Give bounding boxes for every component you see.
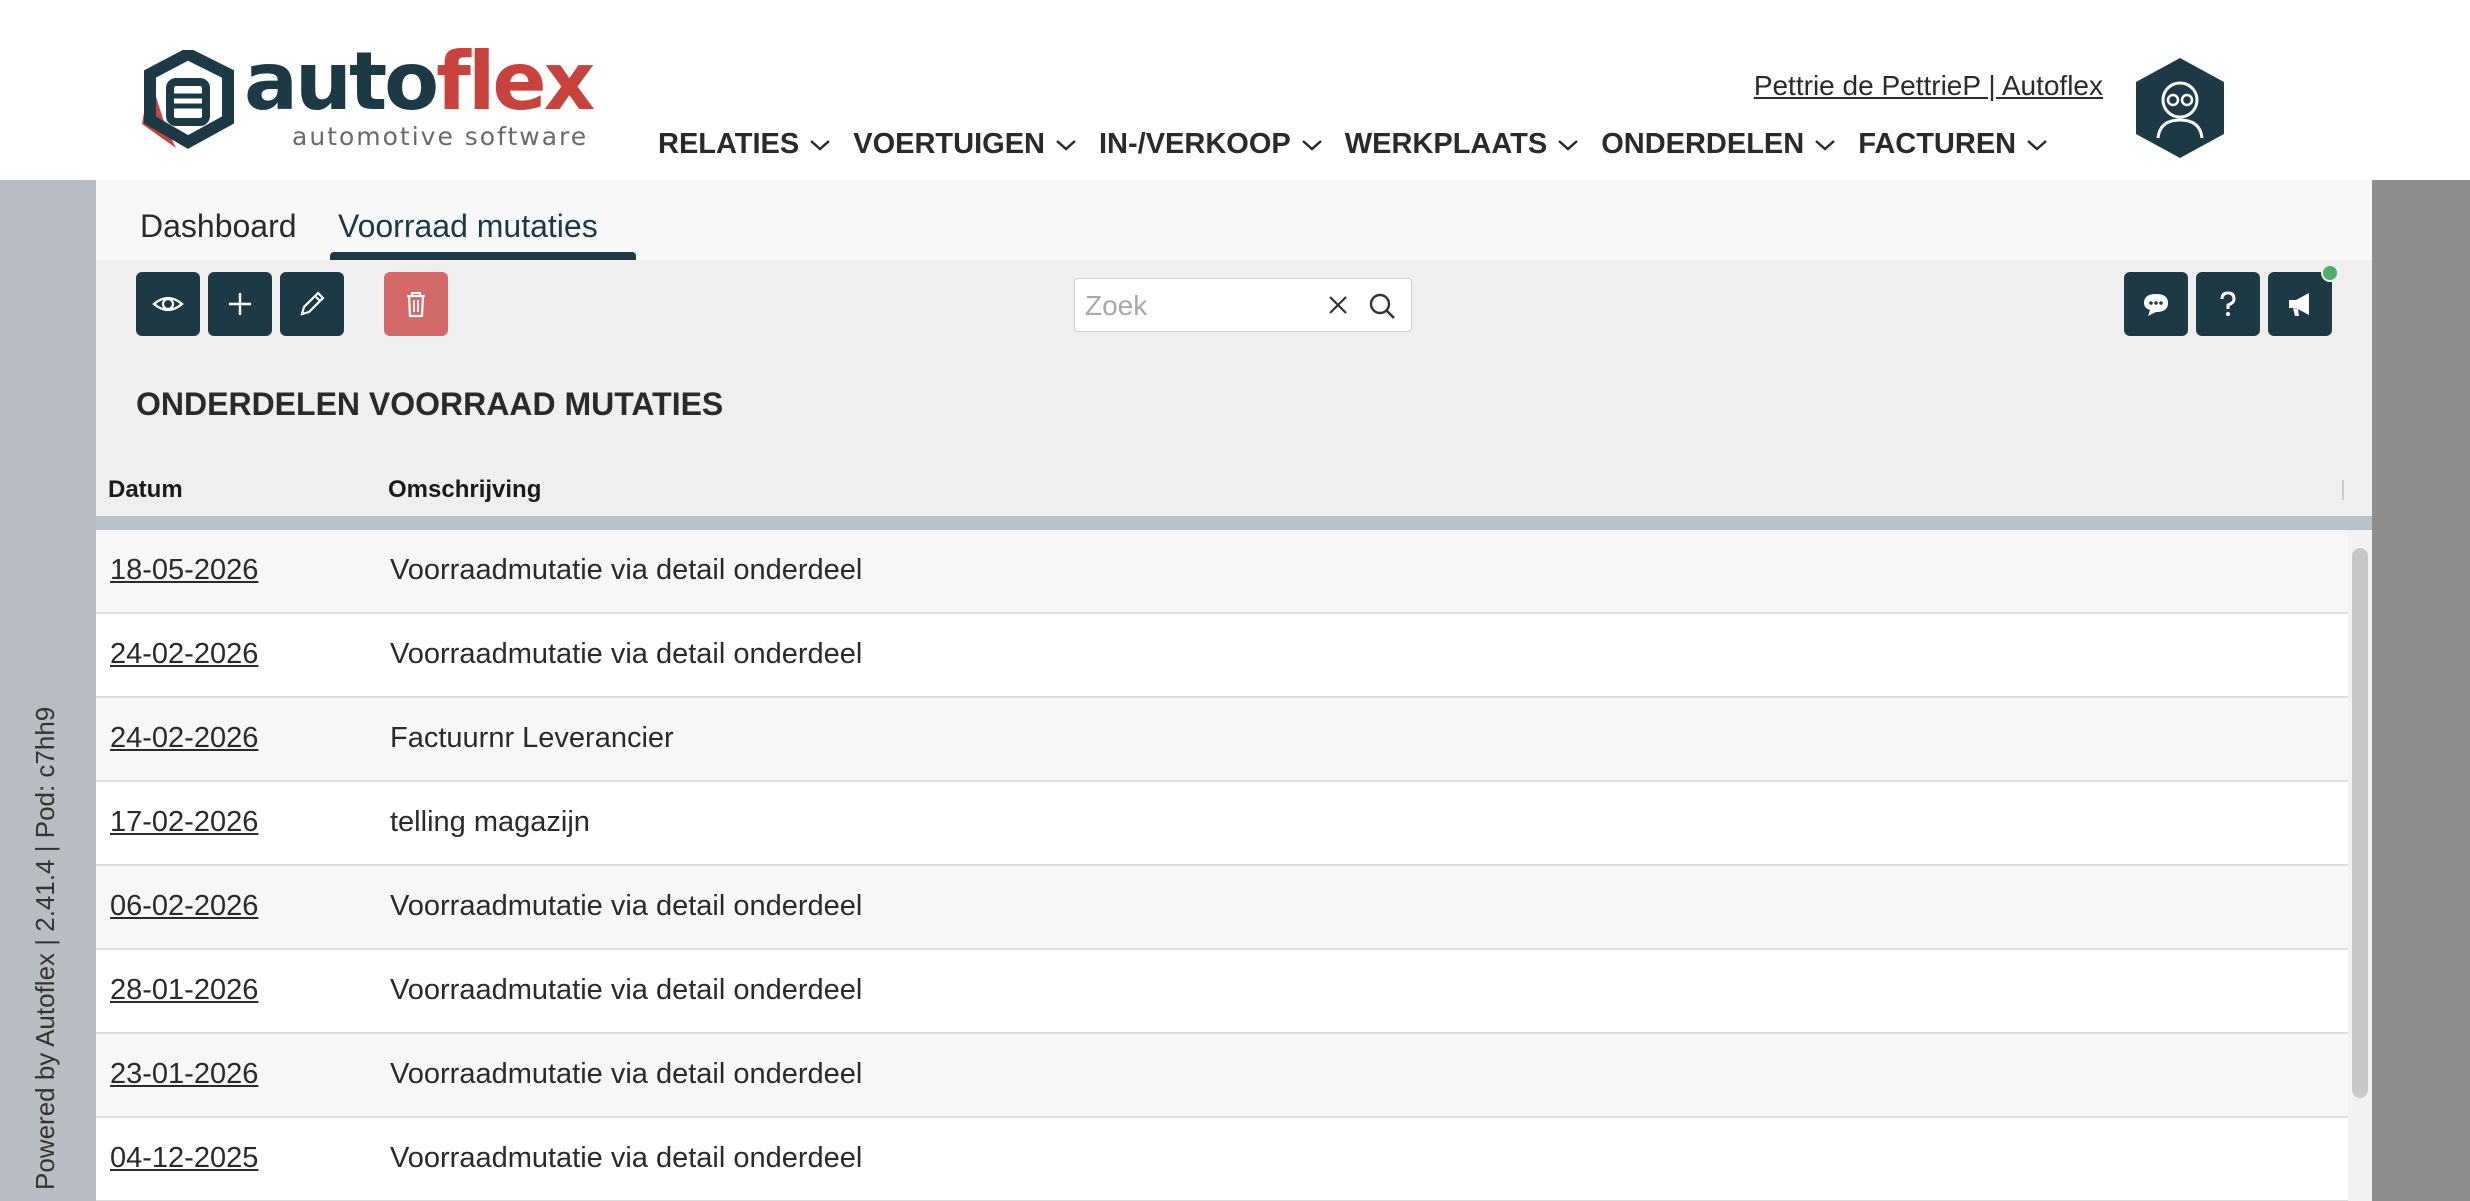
search-box: [1074, 278, 1412, 332]
logo-word-auto: auto: [244, 35, 439, 128]
main-nav: RELATIES VOERTUIGEN IN-/VERKOOP WERKPLAA…: [658, 128, 2048, 161]
active-tab-indicator: [330, 252, 636, 260]
logo-tagline: automotive software: [292, 122, 589, 151]
nav-label: RELATIES: [658, 128, 800, 160]
description-cell: Factuurnr Leverancier: [390, 722, 674, 754]
table-body: 18-05-2026 Voorraadmutatie via detail on…: [96, 530, 2348, 1201]
description-cell: Voorraadmutatie via detail onderdeel: [390, 890, 863, 922]
main-content: Dashboard Voorraad mutaties ONDERDELEN V…: [96, 180, 2372, 1201]
nav-label: IN-/VERKOOP: [1099, 128, 1291, 160]
nav-in-verkoop[interactable]: IN-/VERKOOP: [1099, 128, 1323, 161]
chevron-down-icon: [2027, 139, 2047, 151]
date-link[interactable]: 04-12-2025: [110, 1142, 258, 1175]
table-row[interactable]: 24-02-2026 Voorraadmutatie via detail on…: [96, 614, 2348, 698]
column-header-omschrijving[interactable]: Omschrijving: [388, 476, 541, 504]
description-cell: Voorraadmutatie via detail onderdeel: [390, 1142, 863, 1174]
search-input[interactable]: [1085, 287, 1315, 325]
logo-mark-icon: [142, 50, 234, 149]
table-row[interactable]: 06-02-2026 Voorraadmutatie via detail on…: [96, 866, 2348, 950]
notification-dot: [2321, 264, 2339, 282]
table-row[interactable]: 18-05-2026 Voorraadmutatie via detail on…: [96, 530, 2348, 614]
date-link[interactable]: 06-02-2026: [110, 890, 258, 923]
table-header-divider: [96, 516, 2372, 530]
search-icon[interactable]: [1367, 291, 1397, 321]
view-button[interactable]: [136, 272, 200, 336]
version-info: Powered by Autoflex | 2.41.4 | Pod: c7hh…: [30, 706, 60, 1190]
description-cell: Voorraadmutatie via detail onderdeel: [390, 1058, 863, 1090]
description-cell: Voorraadmutatie via detail onderdeel: [390, 974, 863, 1006]
user-avatar-icon[interactable]: [2134, 56, 2226, 160]
description-cell: Voorraadmutatie via detail onderdeel: [390, 554, 863, 586]
table-row[interactable]: 28-01-2026 Voorraadmutatie via detail on…: [96, 950, 2348, 1034]
autoflex-logo[interactable]: autoflex automotive software: [136, 42, 595, 160]
trash-icon: [407, 292, 425, 318]
column-header-datum[interactable]: Datum: [108, 476, 183, 504]
date-link[interactable]: 23-01-2026: [110, 1058, 258, 1091]
chevron-down-icon: [1815, 139, 1836, 151]
table-row[interactable]: 23-01-2026 Voorraadmutatie via detail on…: [96, 1034, 2348, 1118]
delete-button[interactable]: [384, 272, 448, 336]
date-link[interactable]: 28-01-2026: [110, 974, 258, 1007]
table-row[interactable]: 24-02-2026 Factuurnr Leverancier: [96, 698, 2348, 782]
tab-voorraad-mutaties[interactable]: Voorraad mutaties: [338, 208, 598, 245]
edit-button[interactable]: [280, 272, 344, 336]
table-row[interactable]: 04-12-2025 Voorraadmutatie via detail on…: [96, 1118, 2348, 1201]
tab-bar: Dashboard Voorraad mutaties: [96, 180, 2372, 260]
tab-dashboard[interactable]: Dashboard: [140, 208, 297, 245]
pencil-icon: [300, 291, 325, 316]
chevron-down-icon: [1056, 139, 1076, 151]
nav-onderdelen[interactable]: ONDERDELEN: [1601, 128, 1836, 161]
page-title: ONDERDELEN VOORRAAD MUTATIES: [136, 386, 724, 422]
question-icon: [2220, 291, 2236, 316]
clear-icon[interactable]: [1325, 292, 1351, 318]
nav-facturen[interactable]: FACTUREN: [1858, 128, 2048, 161]
chevron-down-icon: [1301, 139, 1322, 151]
announcements-button[interactable]: [2268, 272, 2332, 336]
logo-word-flex: flex: [436, 35, 595, 128]
chat-icon: [2144, 294, 2168, 316]
date-link[interactable]: 18-05-2026: [110, 554, 258, 587]
nav-label: VOERTUIGEN: [853, 128, 1045, 160]
plus-icon: [229, 293, 251, 315]
table-row[interactable]: 17-02-2026 telling magazijn: [96, 782, 2348, 866]
top-header: autoflex automotive software RELATIES VO…: [0, 0, 2470, 180]
eye-icon: [152, 296, 184, 312]
nav-label: ONDERDELEN: [1601, 128, 1805, 160]
user-account-link[interactable]: Pettrie de PettrieP | Autoflex: [1754, 70, 2103, 102]
help-button[interactable]: [2196, 272, 2260, 336]
description-cell: Voorraadmutatie via detail onderdeel: [390, 638, 863, 670]
column-resize-handle[interactable]: [2342, 480, 2344, 500]
chat-button[interactable]: [2124, 272, 2188, 336]
scrollbar-thumb[interactable]: [2352, 548, 2368, 1098]
date-link[interactable]: 24-02-2026: [110, 722, 258, 755]
chevron-down-icon: [1558, 139, 1579, 151]
logo-wordmark: autoflex: [244, 42, 595, 122]
add-button[interactable]: [208, 272, 272, 336]
nav-werkplaats[interactable]: WERKPLAATS: [1345, 128, 1579, 161]
nav-label: FACTUREN: [1858, 128, 2017, 160]
chevron-down-icon: [810, 139, 831, 151]
date-link[interactable]: 24-02-2026: [110, 638, 258, 671]
date-link[interactable]: 17-02-2026: [110, 806, 258, 839]
nav-label: WERKPLAATS: [1344, 128, 1548, 160]
description-cell: telling magazijn: [390, 806, 590, 838]
nav-relaties[interactable]: RELATIES: [658, 128, 831, 161]
right-sidebar-strip: [2372, 180, 2470, 1201]
megaphone-icon: [2289, 293, 2309, 316]
nav-voertuigen[interactable]: VOERTUIGEN: [853, 128, 1077, 161]
